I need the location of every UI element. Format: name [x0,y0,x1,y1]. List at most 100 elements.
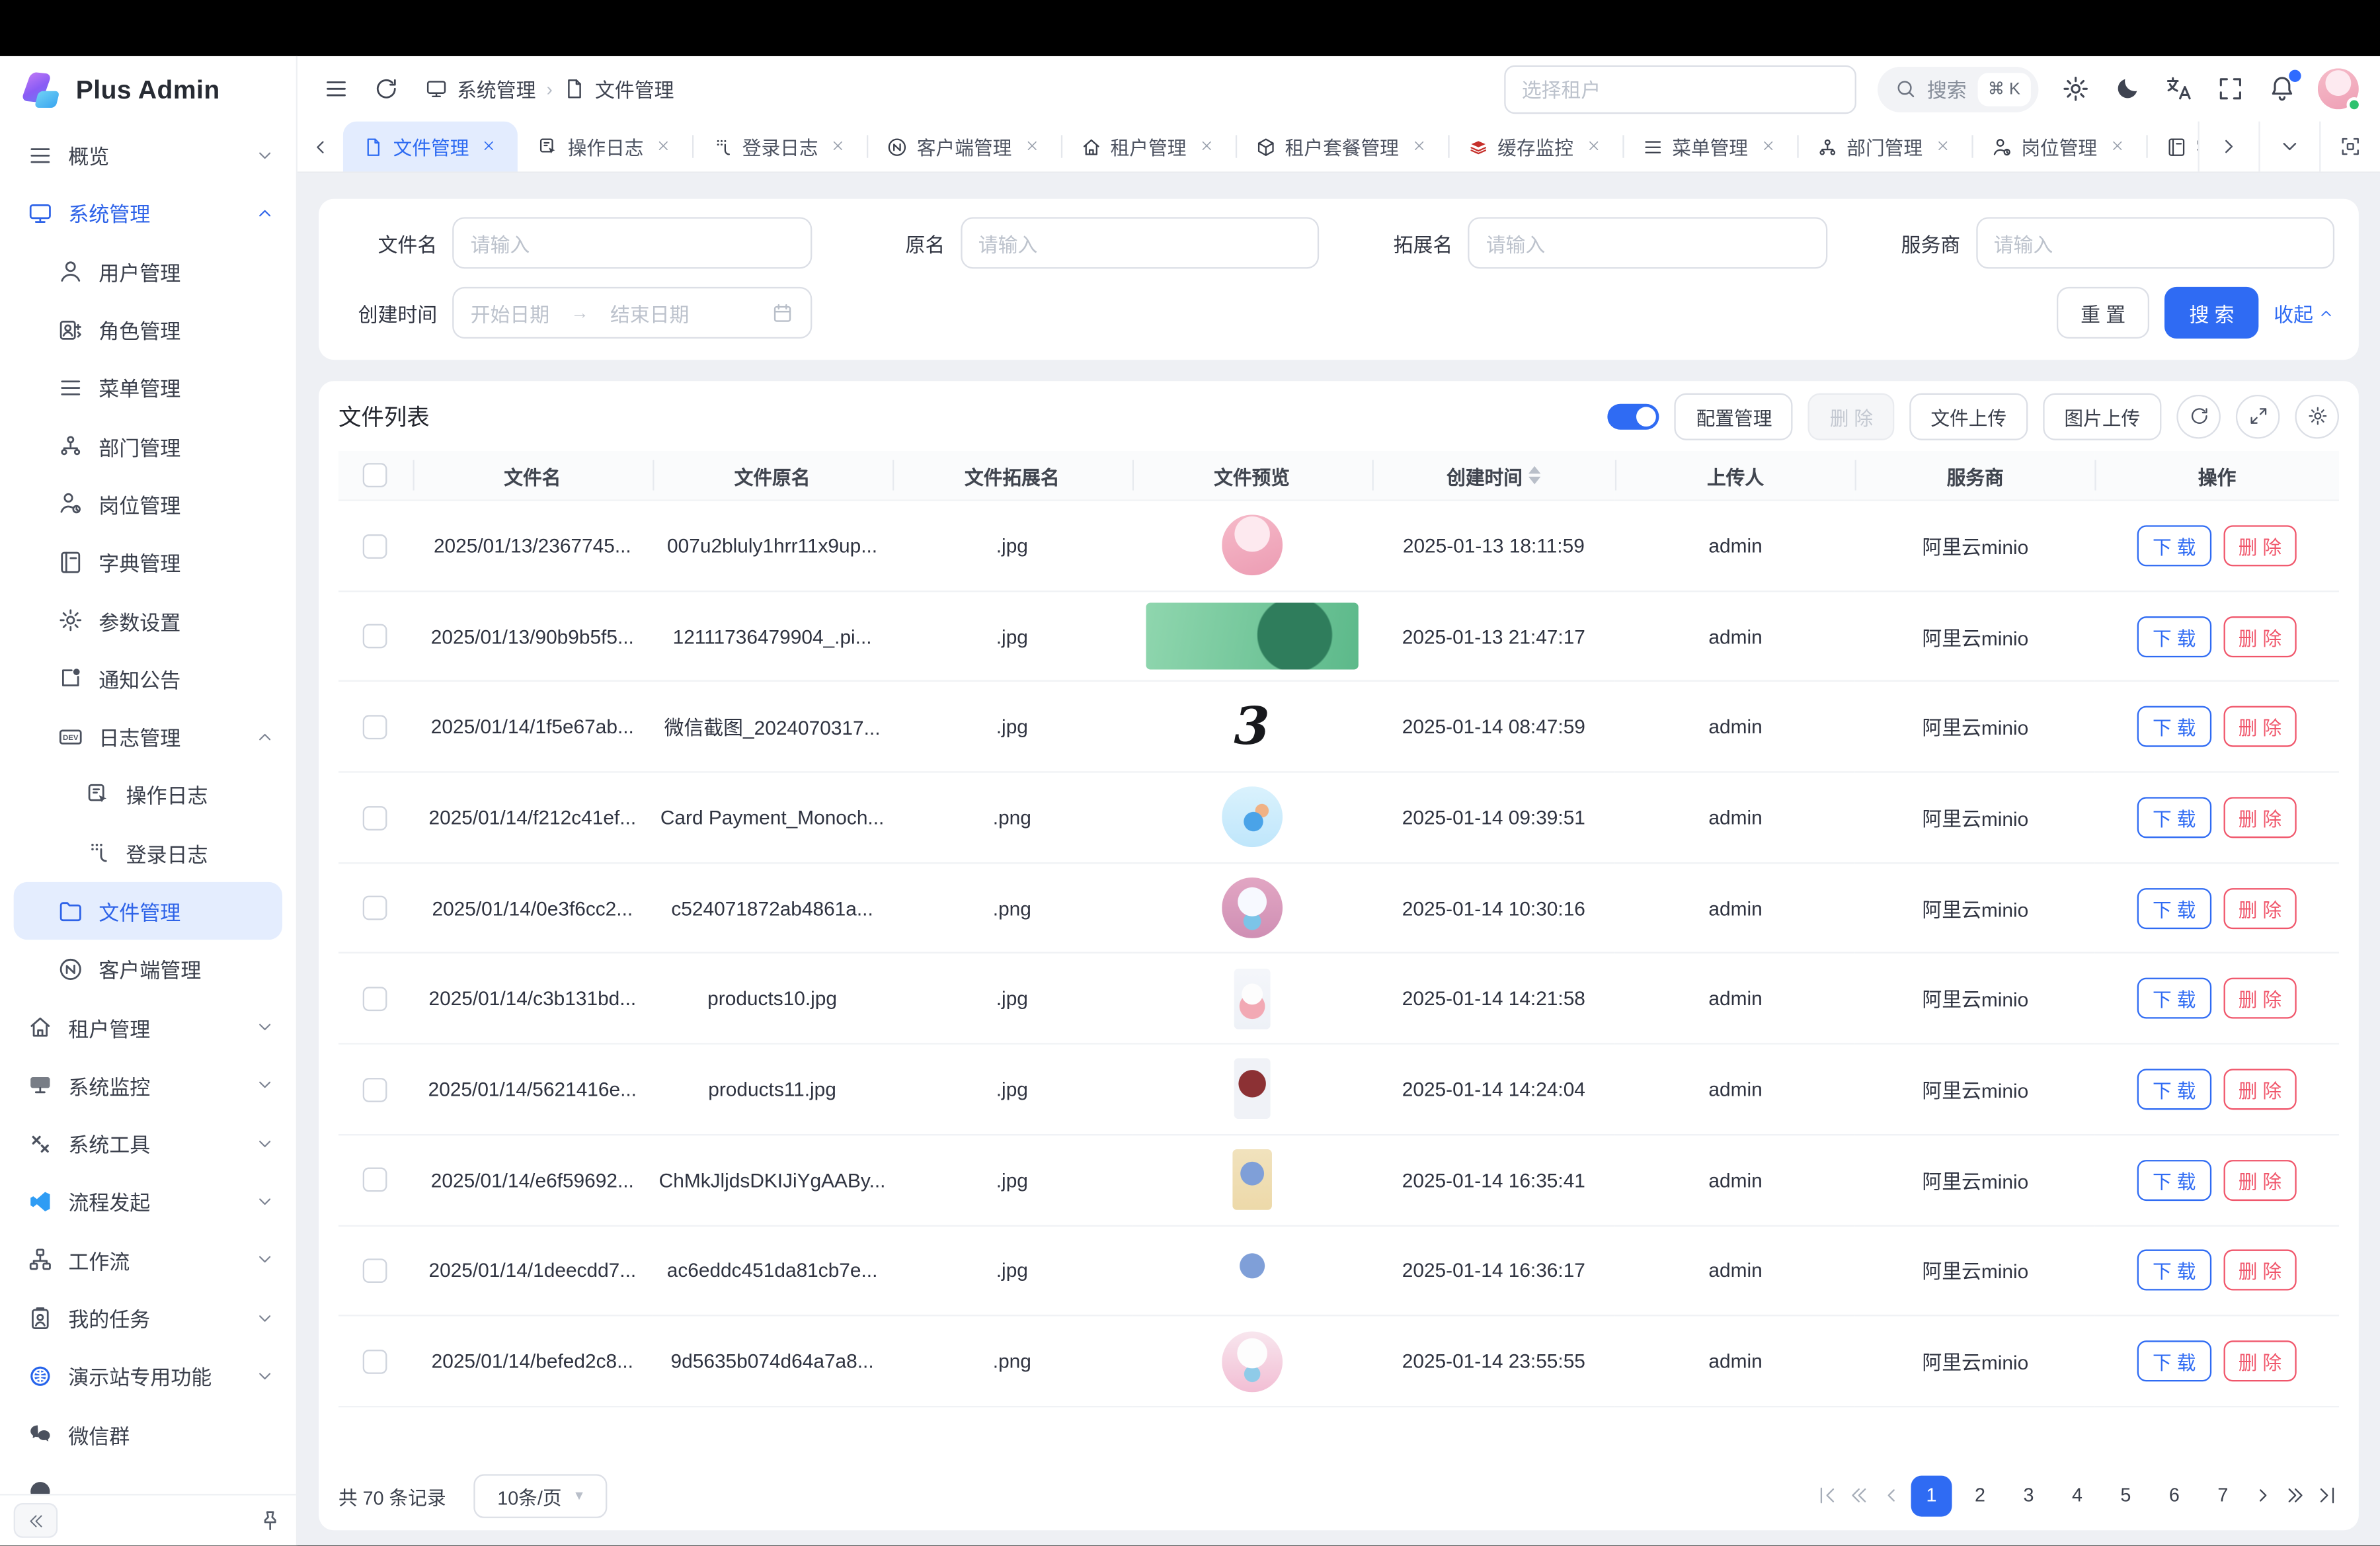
delete-button[interactable]: 删 除 [2223,1340,2297,1381]
file-preview-image[interactable] [1232,1149,1272,1210]
tab-菜单管理[interactable]: 菜单管理 [1622,122,1796,172]
tab-close-icon[interactable] [830,138,847,155]
sidebar-item-部门管理[interactable]: 部门管理 [0,417,296,475]
sidebar-item-登录日志[interactable]: 登录日志 [0,824,296,882]
tab-close-icon[interactable] [1024,138,1041,155]
tab-客户端管理[interactable]: 客户端管理 [867,122,1060,172]
page-number-7[interactable]: 7 [2202,1475,2243,1516]
delete-button[interactable]: 删 除 [2223,1069,2297,1110]
download-button[interactable]: 下 载 [2137,616,2211,657]
file-preview-image[interactable] [1146,603,1358,670]
tab-租户管理[interactable]: 租户管理 [1060,122,1235,172]
page-size-select[interactable]: 10条/页▾ [473,1474,607,1518]
delete-button[interactable]: 删 除 [2223,616,2297,657]
sidebar-collapse-button[interactable] [14,1504,58,1539]
toolbar-button-文件上传[interactable]: 文件上传 [1909,392,2028,439]
sidebar-item-工作流[interactable]: 工作流 [0,1231,296,1289]
reset-button[interactable]: 重 置 [2056,287,2149,339]
download-button[interactable]: 下 载 [2137,525,2211,566]
sidebar-item-操作日志[interactable]: 操作日志 [0,766,296,824]
pin-icon[interactable] [258,1509,282,1533]
prev-page-button[interactable] [1879,1484,1903,1508]
collapse-filters-link[interactable]: 收起 [2274,298,2334,327]
sidebar-item-演示站专用功能[interactable]: 演示站专用功能 [0,1347,296,1405]
toolbar-button-删除[interactable]: 删 除 [1809,392,1895,439]
page-number-6[interactable]: 6 [2154,1475,2195,1516]
delete-button[interactable]: 删 除 [2223,1159,2297,1200]
row-checkbox[interactable] [364,1259,388,1283]
sidebar-item-客户端管理[interactable]: 客户端管理 [0,940,296,998]
tab-close-icon[interactable] [1199,138,1215,155]
delete-button[interactable]: 删 除 [2223,706,2297,747]
forward-five-pages-button[interactable] [2283,1484,2307,1508]
global-search[interactable]: 搜索⌘ K [1877,66,2038,112]
sidebar-item-岗位管理[interactable]: 岗位管理 [0,475,296,533]
tab-部门管理[interactable]: 部门管理 [1797,122,1971,172]
tab-字典管理[interactable]: 字典管理 [2146,122,2198,172]
sort-icon[interactable] [1528,466,1540,485]
page-number-1[interactable]: 1 [1911,1475,1952,1516]
tabs-scroll-left-button[interactable] [298,122,343,172]
tab-close-icon[interactable] [1585,138,1602,155]
sidebar-toggle-button[interactable] [319,72,352,106]
moon-button[interactable] [2112,73,2142,104]
avatar[interactable] [2318,68,2359,109]
content-fullscreen-button[interactable] [2319,122,2380,172]
filter-input-服务商[interactable]: 请输入 [1975,217,2334,268]
download-button[interactable]: 下 载 [2137,706,2211,747]
file-preview-image[interactable] [1230,1240,1273,1301]
sidebar-item-用户管理[interactable]: 用户管理 [0,242,296,300]
row-checkbox[interactable] [364,805,388,830]
file-preview-image[interactable] [1234,1059,1270,1119]
tab-close-icon[interactable] [2110,138,2126,155]
file-preview-image[interactable] [1222,877,1283,938]
download-button[interactable]: 下 载 [2137,1340,2211,1381]
tab-close-icon[interactable] [1411,138,1427,155]
delete-button[interactable]: 删 除 [2223,525,2297,566]
page-number-4[interactable]: 4 [2057,1475,2098,1516]
sidebar-item-系统管理[interactable]: 系统管理 [0,184,296,242]
tab-登录日志[interactable]: 登录日志 [692,122,867,172]
download-button[interactable]: 下 载 [2137,797,2211,838]
tab-操作日志[interactable]: 操作日志 [518,122,692,172]
row-checkbox[interactable] [364,1168,388,1193]
tabs-scroll-right-button[interactable] [2198,122,2258,172]
tab-close-icon[interactable] [656,138,672,155]
table-mode-toggle[interactable] [1608,403,1659,429]
file-preview-image[interactable] [1222,515,1283,576]
last-page-button[interactable] [2315,1484,2339,1508]
page-number-2[interactable]: 2 [1960,1475,2001,1516]
page-number-3[interactable]: 3 [2008,1475,2049,1516]
tab-close-icon[interactable] [1760,138,1776,155]
first-page-button[interactable] [1815,1484,1840,1508]
delete-button[interactable]: 删 除 [2223,1250,2297,1291]
delete-button[interactable]: 删 除 [2223,978,2297,1019]
page-number-5[interactable]: 5 [2105,1475,2146,1516]
sidebar-item-流程发起[interactable]: 流程发起 [0,1172,296,1231]
file-preview-image[interactable] [1222,787,1283,848]
toolbar-button-配置管理[interactable]: 配置管理 [1675,392,1793,439]
sidebar-item-系统工具[interactable]: 系统工具 [0,1114,296,1172]
download-button[interactable]: 下 载 [2137,978,2211,1019]
delete-button[interactable]: 删 除 [2223,797,2297,838]
breadcrumb-item[interactable]: 系统管理 [425,75,536,104]
delete-button[interactable]: 删 除 [2223,887,2297,928]
breadcrumb-item[interactable]: 文件管理 [563,75,674,104]
file-preview-image[interactable] [1234,968,1270,1029]
tab-租户套餐管理[interactable]: 租户套餐管理 [1235,122,1447,172]
page-refresh-button[interactable] [369,72,403,106]
file-preview-image[interactable] [1222,1330,1283,1391]
tab-close-icon[interactable] [1934,138,1951,155]
filter-input-原名[interactable]: 请输入 [960,217,1319,268]
tenant-select[interactable]: 选择租户 [1503,65,1856,113]
sidebar-item-租户管理[interactable]: 租户管理 [0,998,296,1056]
bell-button[interactable] [2266,73,2297,104]
fullscreen-button[interactable] [2215,73,2245,104]
table-fullscreen-button[interactable] [2236,394,2280,438]
back-five-pages-button[interactable] [1847,1484,1872,1508]
sidebar-item-文件管理[interactable]: 文件管理 [14,882,282,940]
sidebar-item-字典管理[interactable]: 字典管理 [0,533,296,591]
row-checkbox[interactable] [364,896,388,920]
sidebar-item-系统监控[interactable]: 系统监控 [0,1056,296,1114]
row-checkbox[interactable] [364,1078,388,1102]
